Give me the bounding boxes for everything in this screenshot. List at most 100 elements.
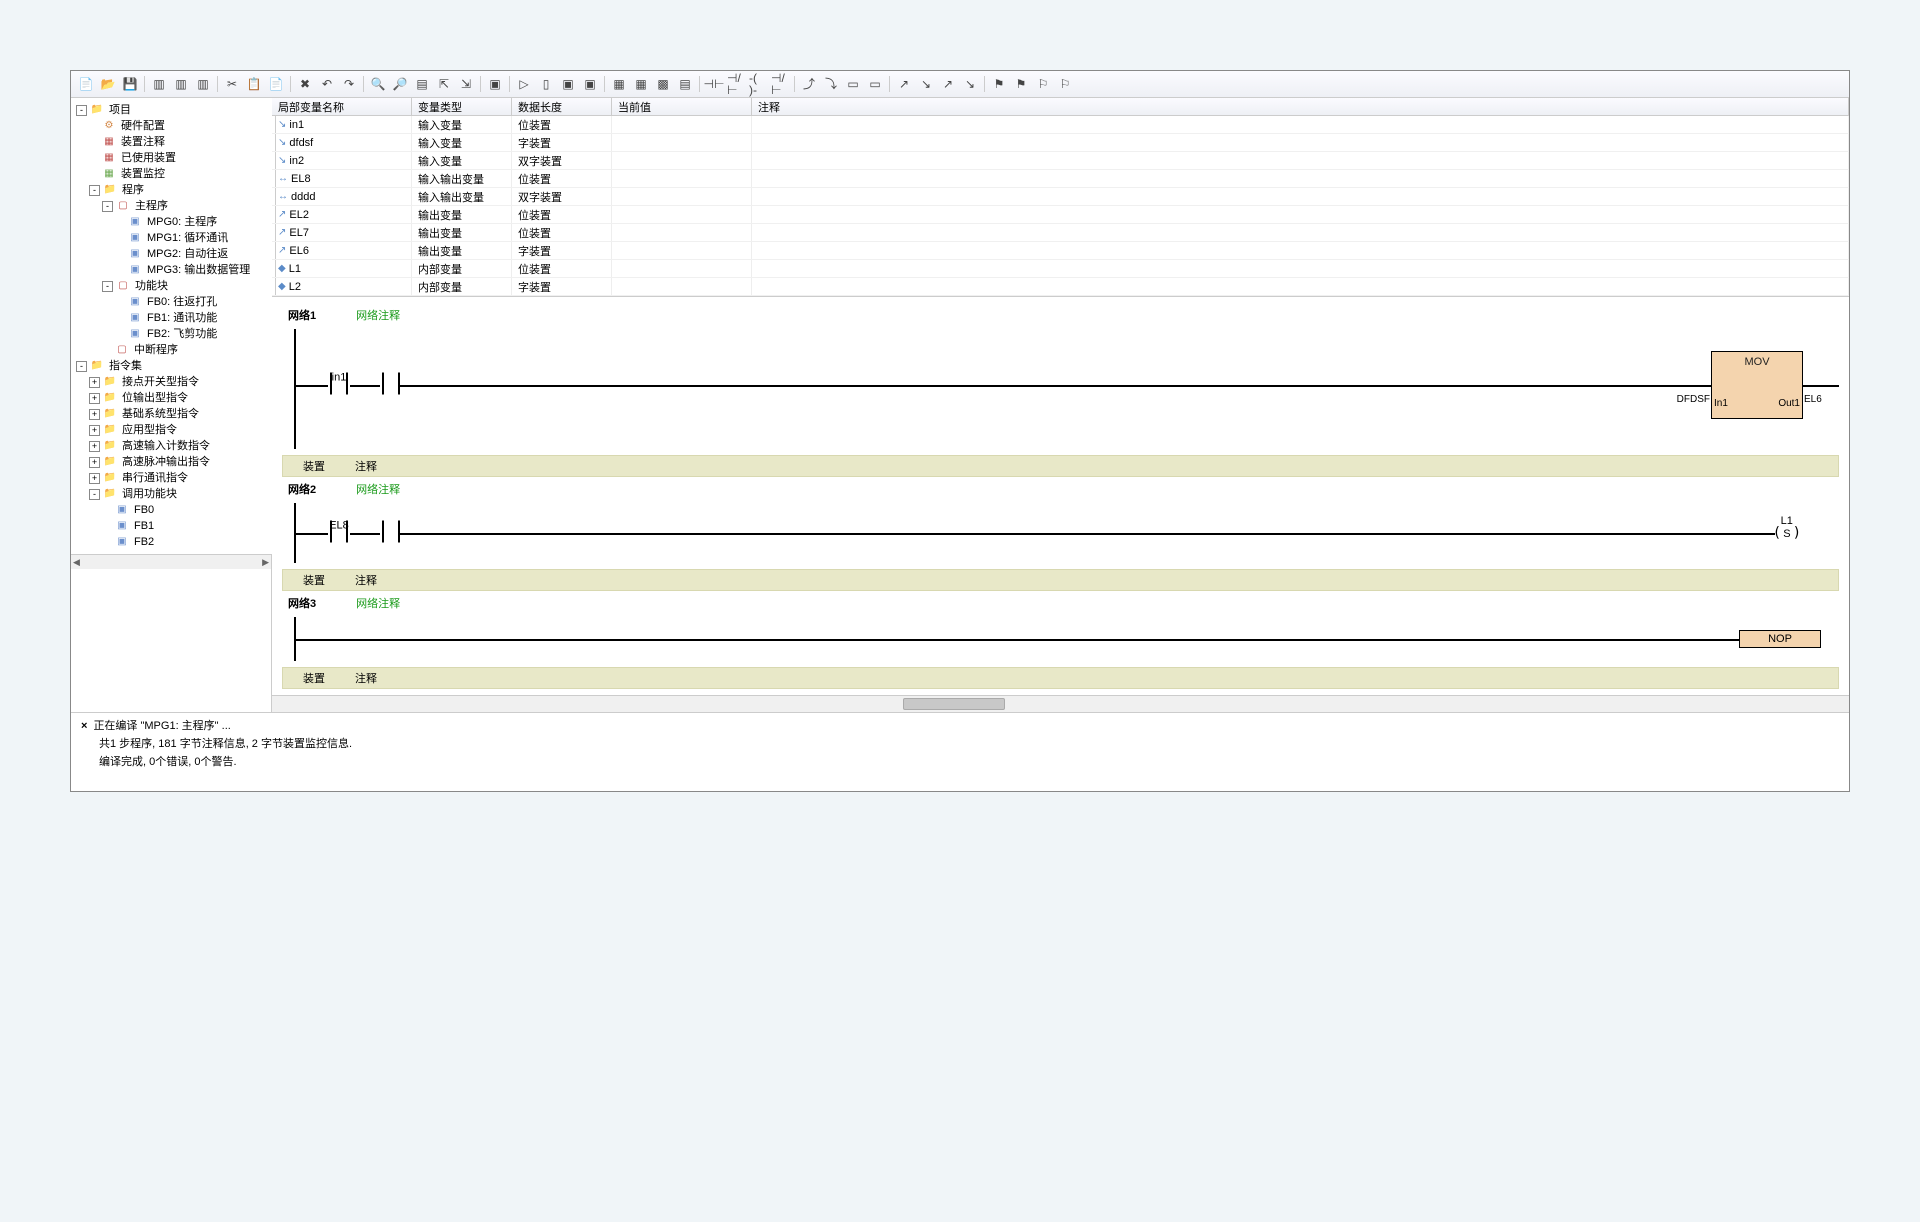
ladder-rung[interactable]: in1 MOV DFDSF In1 Out1 EL6 <box>294 329 1839 449</box>
table-row[interactable]: ↗EL7输出变量位装置 <box>272 224 1849 242</box>
set-coil[interactable]: L1 (S) <box>1773 525 1809 541</box>
table-row[interactable]: ↘dfdsf输入变量字装置 <box>272 134 1849 152</box>
column-header[interactable]: 数据长度 <box>512 98 612 115</box>
tree-item[interactable]: ▣FB2 <box>73 534 273 550</box>
toolbar-button[interactable]: ↶ <box>317 74 337 94</box>
toolbar-button[interactable]: ↷ <box>339 74 359 94</box>
toolbar-button[interactable]: 🔍 <box>368 74 388 94</box>
no-contact[interactable]: EL8 <box>328 521 350 546</box>
toolbar-button[interactable]: 📋 <box>244 74 264 94</box>
column-header[interactable]: 当前值 <box>612 98 752 115</box>
tree-item[interactable]: +📁高速输入计数指令 <box>73 438 273 454</box>
toolbar-button[interactable]: ▤ <box>675 74 695 94</box>
ladder-rung[interactable]: EL8 L1 (S) <box>294 503 1839 563</box>
project-tree[interactable]: -📁项目⚙硬件配置▦装置注释▦已使用装置▦装置监控-📁程序-▢主程序▣MPG0:… <box>71 98 276 554</box>
toolbar-button[interactable]: ✂ <box>222 74 242 94</box>
collapse-icon[interactable]: - <box>102 281 113 292</box>
collapse-icon[interactable]: - <box>102 201 113 212</box>
toolbar-button[interactable]: ⚑ <box>1011 74 1031 94</box>
tree-item[interactable]: +📁串行通讯指令 <box>73 470 273 486</box>
table-row[interactable]: ↗EL6输出变量字装置 <box>272 242 1849 260</box>
toolbar-button[interactable]: ▥ <box>193 74 213 94</box>
tree-item[interactable]: ⚙硬件配置 <box>73 118 273 134</box>
table-row[interactable]: ↘in2输入变量双字装置 <box>272 152 1849 170</box>
tree-item[interactable]: ▣MPG3: 输出数据管理 <box>73 262 273 278</box>
tree-item[interactable]: ▢中断程序 <box>73 342 273 358</box>
toolbar-button[interactable]: 💾 <box>120 74 140 94</box>
column-header[interactable]: 注释 <box>752 98 1849 115</box>
toolbar-button[interactable]: ⇱ <box>434 74 454 94</box>
expand-icon[interactable]: + <box>89 425 100 436</box>
toolbar-button[interactable]: ✖ <box>295 74 315 94</box>
tree-item[interactable]: ▦装置注释 <box>73 134 273 150</box>
toolbar-button[interactable]: ⇲ <box>456 74 476 94</box>
expand-icon[interactable]: + <box>89 377 100 388</box>
toolbar-button[interactable]: ⊣/⊢ <box>726 74 746 94</box>
table-row[interactable]: ↘in1输入变量位装置 <box>272 116 1849 134</box>
network-comment[interactable]: 网络注释 <box>356 595 400 611</box>
toolbar-button[interactable]: ↗ <box>894 74 914 94</box>
toolbar-button[interactable]: ▣ <box>580 74 600 94</box>
toolbar-button[interactable]: ⚐ <box>1055 74 1075 94</box>
tree-item[interactable]: ▣FB0 <box>73 502 273 518</box>
toolbar-button[interactable]: ▥ <box>149 74 169 94</box>
tree-item[interactable]: -▢主程序 <box>73 198 273 214</box>
toolbar-button[interactable]: ⊣⊢ <box>704 74 724 94</box>
tree-item[interactable]: -📁指令集 <box>73 358 273 374</box>
nop-instruction[interactable]: NOP <box>1739 630 1821 648</box>
toolbar-button[interactable]: 📂 <box>98 74 118 94</box>
tree-item[interactable]: +📁接点开关型指令 <box>73 374 273 390</box>
no-contact[interactable]: in1 <box>328 373 350 398</box>
toolbar-button[interactable]: -( )- <box>748 74 768 94</box>
tree-item[interactable]: +📁高速脉冲输出指令 <box>73 454 273 470</box>
toolbar-button[interactable]: ▦ <box>609 74 629 94</box>
table-row[interactable]: ↔dddd输入输出变量双字装置 <box>272 188 1849 206</box>
toolbar-button[interactable]: ↘ <box>960 74 980 94</box>
tree-item[interactable]: ▣MPG2: 自动往返 <box>73 246 273 262</box>
table-row[interactable]: ↔EL8输入输出变量位装置 <box>272 170 1849 188</box>
toolbar-button[interactable]: ▩ <box>653 74 673 94</box>
expand-icon[interactable]: + <box>89 473 100 484</box>
toolbar-button[interactable]: ▤ <box>412 74 432 94</box>
table-row[interactable]: ↗EL2输出变量位装置 <box>272 206 1849 224</box>
expand-icon[interactable]: + <box>89 393 100 404</box>
table-row[interactable]: ◆L1内部变量位装置 <box>272 260 1849 278</box>
collapse-icon[interactable]: - <box>76 361 87 372</box>
toolbar-button[interactable]: ▦ <box>631 74 651 94</box>
tree-item[interactable]: ▣FB1 <box>73 518 273 534</box>
tree-item[interactable]: ▣FB1: 通讯功能 <box>73 310 273 326</box>
toolbar-button[interactable]: ▣ <box>485 74 505 94</box>
tree-hscroll[interactable]: ◀▶ <box>71 554 271 569</box>
toolbar-button[interactable]: ⊣/⊢ <box>770 74 790 94</box>
tree-item[interactable]: +📁基础系统型指令 <box>73 406 273 422</box>
tree-item[interactable]: +📁应用型指令 <box>73 422 273 438</box>
toolbar-button[interactable]: ▥ <box>171 74 191 94</box>
network-comment[interactable]: 网络注释 <box>356 307 400 323</box>
expand-icon[interactable]: + <box>89 409 100 420</box>
collapse-icon[interactable]: - <box>76 105 87 116</box>
expand-icon[interactable]: + <box>89 441 100 452</box>
tree-item[interactable]: ▣MPG1: 循环通讯 <box>73 230 273 246</box>
tree-item[interactable]: ▣MPG0: 主程序 <box>73 214 273 230</box>
toolbar-button[interactable]: ⚐ <box>1033 74 1053 94</box>
toolbar-button[interactable]: ↘ <box>916 74 936 94</box>
column-header[interactable]: 局部变量名称 <box>272 98 412 115</box>
toolbar-button[interactable]: ▯ <box>536 74 556 94</box>
tree-item[interactable]: -📁调用功能块 <box>73 486 273 502</box>
collapse-icon[interactable]: - <box>89 185 100 196</box>
collapse-icon[interactable]: - <box>89 489 100 500</box>
tree-item[interactable]: -▢功能块 <box>73 278 273 294</box>
tree-item[interactable]: +📁位输出型指令 <box>73 390 273 406</box>
ladder-editor[interactable]: 网络1 网络注释 in1 <box>272 297 1849 695</box>
toolbar-button[interactable]: ⤴ <box>799 74 819 94</box>
tree-item[interactable]: ▦已使用装置 <box>73 150 273 166</box>
tree-item[interactable]: ▦装置监控 <box>73 166 273 182</box>
expand-icon[interactable]: + <box>89 457 100 468</box>
tree-item[interactable]: -📁程序 <box>73 182 273 198</box>
ladder-rung[interactable]: NOP <box>294 617 1839 661</box>
toolbar-button[interactable]: ▭ <box>843 74 863 94</box>
toolbar-button[interactable]: ⤵ <box>821 74 841 94</box>
close-icon[interactable]: × <box>81 720 87 732</box>
network-comment[interactable]: 网络注释 <box>356 481 400 497</box>
variable-table[interactable]: 局部变量名称变量类型数据长度当前值注释↘in1输入变量位装置↘dfdsf输入变量… <box>272 98 1849 297</box>
